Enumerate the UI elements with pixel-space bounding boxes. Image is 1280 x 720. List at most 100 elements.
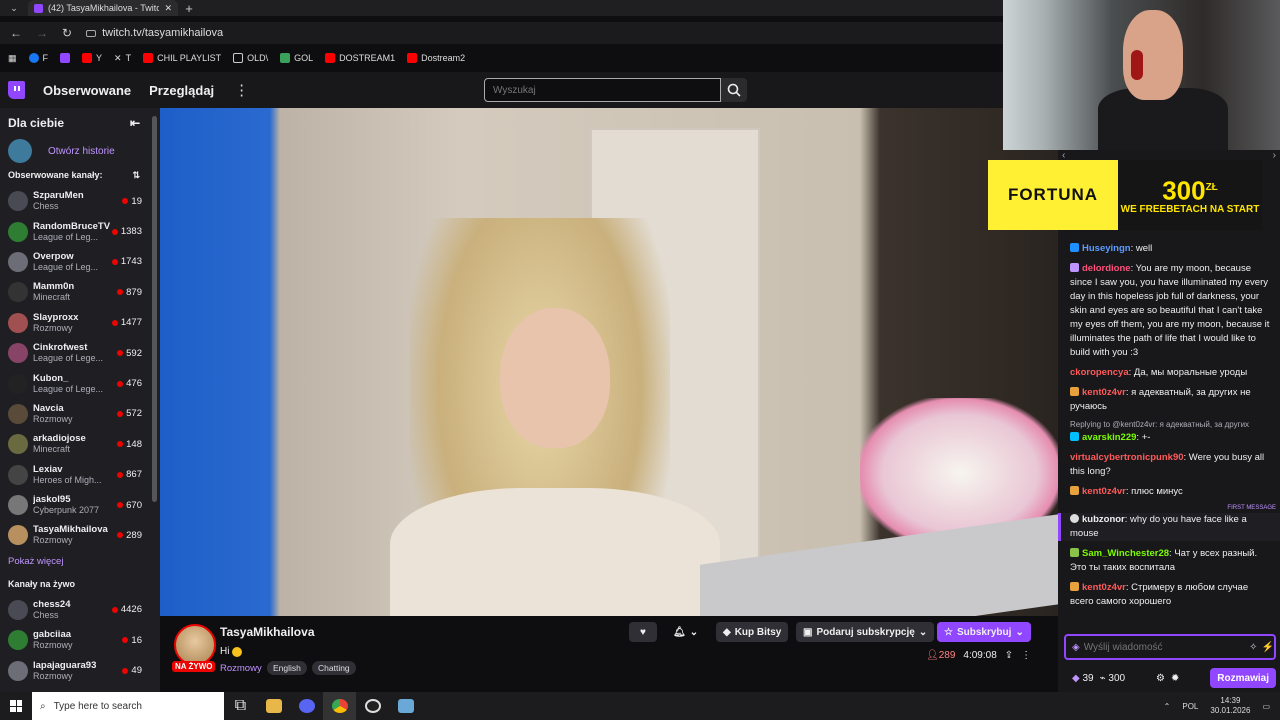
chat-username[interactable]: kent0z4vr bbox=[1082, 486, 1126, 497]
more-options-icon[interactable]: ⋮ bbox=[234, 81, 249, 99]
sidebar-channel-item[interactable]: arkadiojose Minecraft 148 bbox=[0, 429, 160, 459]
follow-button[interactable]: ♥ bbox=[629, 622, 657, 642]
gift-sub-button[interactable]: ▣ Podaruj subskrypcję ⌄ bbox=[796, 622, 935, 642]
sidebar-scrollbar[interactable] bbox=[152, 116, 157, 502]
sidebar-channel-item[interactable]: TasyaMikhailova Rozmowy 289 bbox=[0, 520, 160, 550]
chat-username[interactable]: Sam_Winchester28 bbox=[1082, 548, 1169, 559]
bookmark-facebook[interactable]: F bbox=[28, 53, 48, 63]
bookmark-chil-playlist[interactable]: CHIL PLAYLIST bbox=[143, 53, 221, 63]
bookmark-gol[interactable]: GOL bbox=[280, 53, 313, 63]
bookmark-dostream2[interactable]: Dostream2 bbox=[407, 53, 465, 63]
close-tab-icon[interactable]: ✕ bbox=[164, 3, 172, 14]
sidebar-channel-item[interactable]: lapajaguara93 Rozmowy 49 bbox=[0, 655, 160, 685]
bookmark-dostream1[interactable]: DOSTREAM1 bbox=[325, 53, 395, 63]
sidebar-channel-item[interactable]: Mamm0n Minecraft 879 bbox=[0, 277, 160, 307]
new-tab-button[interactable]: + bbox=[178, 1, 200, 16]
avatar bbox=[8, 630, 28, 651]
chat-username[interactable]: Huseyingn bbox=[1082, 243, 1131, 254]
chat-input-box[interactable]: ◈ ✧ ⚡ bbox=[1064, 634, 1276, 660]
nav-browse[interactable]: Przeglądaj bbox=[149, 83, 214, 98]
clock[interactable]: 14:39 30.01.2026 bbox=[1210, 696, 1250, 716]
settings-gear-icon[interactable]: ✹ bbox=[1171, 673, 1179, 684]
avatar bbox=[8, 343, 28, 364]
chat-username[interactable]: kubzonor bbox=[1082, 514, 1125, 525]
subscribe-button[interactable]: ☆ Subskrybuj ⌄ bbox=[937, 622, 1031, 642]
chat-badge-icon bbox=[1070, 432, 1079, 441]
sidebar-channel-item[interactable]: Overpow League of Leg... 1743 bbox=[0, 247, 160, 277]
app-icon[interactable] bbox=[389, 692, 422, 720]
apps-grid-icon[interactable]: ▦ bbox=[8, 53, 17, 64]
taskbar-search[interactable]: ⌕ Type here to search bbox=[32, 692, 224, 720]
chat-input[interactable] bbox=[1083, 641, 1246, 653]
streamer-name[interactable]: TasyaMikhailova bbox=[220, 625, 315, 639]
chat-username[interactable]: ckoropencya bbox=[1070, 367, 1129, 378]
search-button[interactable] bbox=[721, 78, 747, 102]
notifications-button[interactable]: 🔔︎ ⌄ bbox=[666, 622, 705, 642]
sidebar-channel-item[interactable]: RandomBruceTV League of Leg... 1383 bbox=[0, 216, 160, 246]
show-more-link[interactable]: Pokaż więcej bbox=[0, 551, 160, 573]
sidebar-channel-item[interactable]: SzparuMen Chess 19 bbox=[0, 186, 160, 216]
browser-tab[interactable]: (42) TasyaMikhailova - Twitch ✕ bbox=[28, 0, 178, 16]
chevron-right-icon[interactable]: › bbox=[1273, 150, 1276, 164]
tag-chatting[interactable]: Chatting bbox=[312, 661, 356, 675]
chevron-up-icon[interactable]: ⌃ bbox=[1164, 702, 1171, 711]
address-bar: ← → ↻ twitch.tv/tasyamikhailova bbox=[0, 22, 1003, 44]
bookmark-twitch[interactable] bbox=[60, 53, 71, 63]
sidebar-channel-item[interactable]: gabciiaa Rozmowy 16 bbox=[0, 625, 160, 655]
fortuna-ad-banner[interactable]: FORTUNA 300ZŁ WE FREEBETACH NA START bbox=[988, 160, 1262, 230]
reload-icon[interactable]: ↻ bbox=[62, 26, 72, 40]
bookmark-old[interactable]: OLD\ bbox=[233, 53, 268, 63]
chat-message: kent0z4vr: я адекватный, за других не ру… bbox=[1070, 387, 1251, 412]
stream-category[interactable]: Rozmowy bbox=[220, 663, 262, 674]
chat-tools-icon[interactable]: ⚙ bbox=[1156, 673, 1165, 684]
chat-username[interactable]: virtualcybertronicpunk90 bbox=[1070, 452, 1184, 463]
emote-icon[interactable]: ✧ bbox=[1249, 642, 1257, 653]
back-icon[interactable]: ← bbox=[10, 26, 22, 40]
search-input[interactable] bbox=[484, 78, 721, 102]
tab-list-chevron-icon[interactable]: ⌄ bbox=[0, 0, 28, 16]
more-options-icon[interactable]: ⋮ bbox=[1021, 650, 1031, 661]
sidebar-channel-item[interactable]: Navcia Rozmowy 572 bbox=[0, 399, 160, 429]
sidebar-channel-item[interactable]: Lexiav Heroes of Migh... 867 bbox=[0, 460, 160, 490]
nav-following[interactable]: Obserwowane bbox=[43, 83, 131, 98]
chat-username[interactable]: delordione bbox=[1082, 263, 1131, 274]
share-icon[interactable]: ⇪ bbox=[1005, 650, 1013, 661]
language-indicator[interactable]: POL bbox=[1182, 702, 1198, 711]
points-balance[interactable]: ⌁ 300 bbox=[1100, 673, 1126, 684]
streamer-avatar[interactable] bbox=[174, 624, 216, 666]
discord-icon[interactable] bbox=[290, 692, 323, 720]
video-player[interactable] bbox=[160, 108, 1058, 616]
sidebar-channel-item[interactable]: chess24 Chess 4426 bbox=[0, 595, 160, 625]
open-history-link[interactable]: Otwórz historie bbox=[0, 138, 160, 164]
forward-icon[interactable]: → bbox=[36, 26, 48, 40]
send-chat-button[interactable]: Rozmawiaj bbox=[1210, 668, 1276, 688]
bits-balance[interactable]: ◆ 39 bbox=[1072, 673, 1094, 684]
channel-name: SzparuMen bbox=[33, 190, 84, 202]
channel-name: Mamm0n bbox=[33, 281, 75, 293]
bookmark-x[interactable]: ✕ T bbox=[114, 53, 131, 64]
sort-icon[interactable]: ⇅ bbox=[132, 170, 140, 181]
collapse-sidebar-icon[interactable]: ⇤ bbox=[130, 116, 140, 130]
task-view-icon[interactable]: ⧉ bbox=[224, 692, 257, 720]
chat-badge-icon[interactable]: ◈ bbox=[1072, 642, 1080, 653]
sidebar-channel-item[interactable]: Kubon_ League of Lege... 476 bbox=[0, 368, 160, 398]
chat-badge-icon bbox=[1070, 548, 1079, 557]
sidebar-channel-item[interactable]: jaskol95 Cyberpunk 2077 670 bbox=[0, 490, 160, 520]
tag-english[interactable]: English bbox=[267, 661, 307, 675]
bits-cheer-icon[interactable]: ⚡ bbox=[1262, 642, 1274, 653]
chrome-icon[interactable] bbox=[323, 692, 356, 720]
chat-username[interactable]: kent0z4vr bbox=[1082, 582, 1126, 593]
chat-username[interactable]: kent0z4vr bbox=[1082, 387, 1126, 398]
twitch-logo-icon[interactable] bbox=[8, 81, 25, 99]
url-field[interactable]: twitch.tv/tasyamikhailova bbox=[86, 27, 223, 39]
start-button[interactable] bbox=[0, 692, 32, 720]
sidebar-channel-item[interactable]: Slayproxx Rozmowy 1477 bbox=[0, 308, 160, 338]
site-info-icon[interactable] bbox=[86, 29, 97, 37]
bookmark-youtube[interactable]: Y bbox=[82, 53, 102, 63]
chat-username[interactable]: avarskin229 bbox=[1082, 432, 1136, 443]
buy-bits-button[interactable]: ◆ Kup Bitsy bbox=[716, 622, 789, 642]
notification-icon[interactable]: ▭ bbox=[1262, 702, 1270, 711]
sidebar-channel-item[interactable]: Cinkrofwest League of Lege... 592 bbox=[0, 338, 160, 368]
file-explorer-icon[interactable] bbox=[257, 692, 290, 720]
obs-icon[interactable] bbox=[356, 692, 389, 720]
